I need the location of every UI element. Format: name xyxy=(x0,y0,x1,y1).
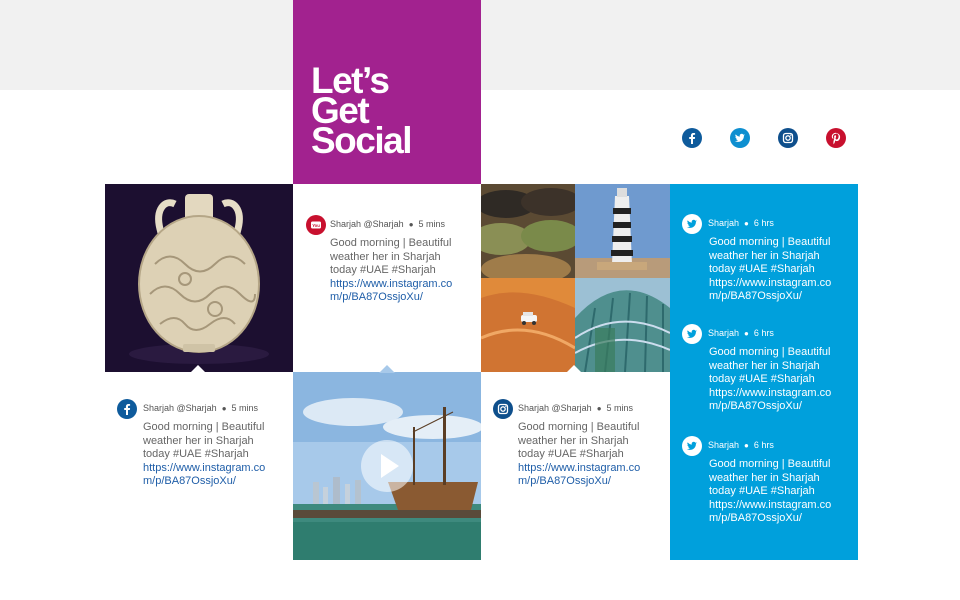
video-caret xyxy=(379,365,395,373)
tweet-time: 6 hrs xyxy=(753,328,774,338)
tweet-meta: Sharjah ● 6 hrs xyxy=(708,218,774,228)
post-link[interactable]: https://www.instagram.com/p/BA87OssjoXu/ xyxy=(518,462,648,489)
play-button[interactable] xyxy=(361,440,413,492)
post-message: Good morning | Beautiful weather her in … xyxy=(143,421,265,461)
post-time: 5 mins xyxy=(231,403,259,413)
tweet-time: 6 hrs xyxy=(753,440,774,450)
tweet-meta: Sharjah ● 6 hrs xyxy=(708,328,774,338)
post-text: Good morning | Beautiful weather her in … xyxy=(143,421,273,489)
post-meta: Sharjah @Sharjah ● 5 mins xyxy=(143,403,259,413)
post-author: Sharjah @Sharjah xyxy=(143,403,217,413)
post-meta: Sharjah @Sharjah ● 5 mins xyxy=(518,403,634,413)
post-time: 5 mins xyxy=(418,219,446,229)
tweet-link[interactable]: https://www.instagram.com/p/BA87OssjoXu/ xyxy=(709,499,837,526)
lighthouse-image[interactable] xyxy=(575,184,670,278)
tweet-meta: Sharjah ● 6 hrs xyxy=(708,440,774,450)
instagram-icon xyxy=(493,399,513,419)
youtube-icon: You xyxy=(306,215,326,235)
youtube-post-card[interactable]: You Sharjah @Sharjah ● 5 mins Good morning… xyxy=(293,184,481,372)
tweet-message: Good morning | Beautiful weather her in … xyxy=(709,458,831,498)
tweet-text: Good morning | Beautiful weather her in … xyxy=(709,346,837,414)
twitter-feed: Sharjah ● 6 hrs Good morning | Beautiful w… xyxy=(670,184,858,560)
dhow-boat-video[interactable] xyxy=(293,372,481,560)
social-links xyxy=(682,128,862,150)
twitter-icon xyxy=(682,436,702,456)
post-message: Good morning | Beautiful weather her in … xyxy=(330,237,452,277)
tweet-text: Good morning | Beautiful weather her in … xyxy=(709,236,837,304)
twitter-icon xyxy=(682,214,702,234)
tweet-time: 6 hrs xyxy=(753,218,774,228)
instagram-icon[interactable] xyxy=(778,128,798,148)
post-text: Good morning | Beautiful weather her in … xyxy=(518,421,648,489)
post-text: Good morning | Beautiful weather her in … xyxy=(330,237,460,305)
facebook-post-card[interactable]: Sharjah @Sharjah ● 5 mins Good morning | B… xyxy=(105,372,293,560)
post-message: Good morning | Beautiful weather her in … xyxy=(518,421,640,461)
tweet-link[interactable]: https://www.instagram.com/p/BA87OssjoXu/ xyxy=(709,387,837,414)
desert-car-image[interactable] xyxy=(481,278,575,372)
post-time: 5 mins xyxy=(606,403,634,413)
tweet-author: Sharjah xyxy=(708,328,740,338)
post-author: Sharjah @Sharjah xyxy=(330,219,404,229)
post-meta: Sharjah @Sharjah ● 5 mins xyxy=(330,219,446,229)
post-author: Sharjah @Sharjah xyxy=(518,403,592,413)
tweet-author: Sharjah xyxy=(708,218,740,228)
page-title-block: Let’s Get Social xyxy=(293,0,481,184)
twitter-icon[interactable] xyxy=(730,128,750,148)
spices-image[interactable] xyxy=(481,184,575,278)
tweet-author: Sharjah xyxy=(708,440,740,450)
building-image[interactable] xyxy=(575,278,670,372)
tweet-text: Good morning | Beautiful weather her in … xyxy=(709,458,837,526)
twitter-icon xyxy=(682,324,702,344)
tweet-message: Good morning | Beautiful weather her in … xyxy=(709,346,831,386)
pinterest-icon[interactable] xyxy=(826,128,846,148)
instagram-post-card[interactable]: Sharjah @Sharjah ● 5 mins Good morning | B… xyxy=(481,372,670,560)
vase-image[interactable] xyxy=(105,184,293,372)
tweet-link[interactable]: https://www.instagram.com/p/BA87OssjoXu/ xyxy=(709,277,837,304)
post-link[interactable]: https://www.instagram.com/p/BA87OssjoXu/ xyxy=(143,462,273,489)
post-link[interactable]: https://www.instagram.com/p/BA87OssjoXu/ xyxy=(330,278,460,305)
svg-text:You: You xyxy=(312,223,320,228)
facebook-icon[interactable] xyxy=(682,128,702,148)
page-title: Let’s Get Social xyxy=(311,60,413,161)
facebook-icon xyxy=(117,399,137,419)
tweet-message: Good morning | Beautiful weather her in … xyxy=(709,236,831,276)
